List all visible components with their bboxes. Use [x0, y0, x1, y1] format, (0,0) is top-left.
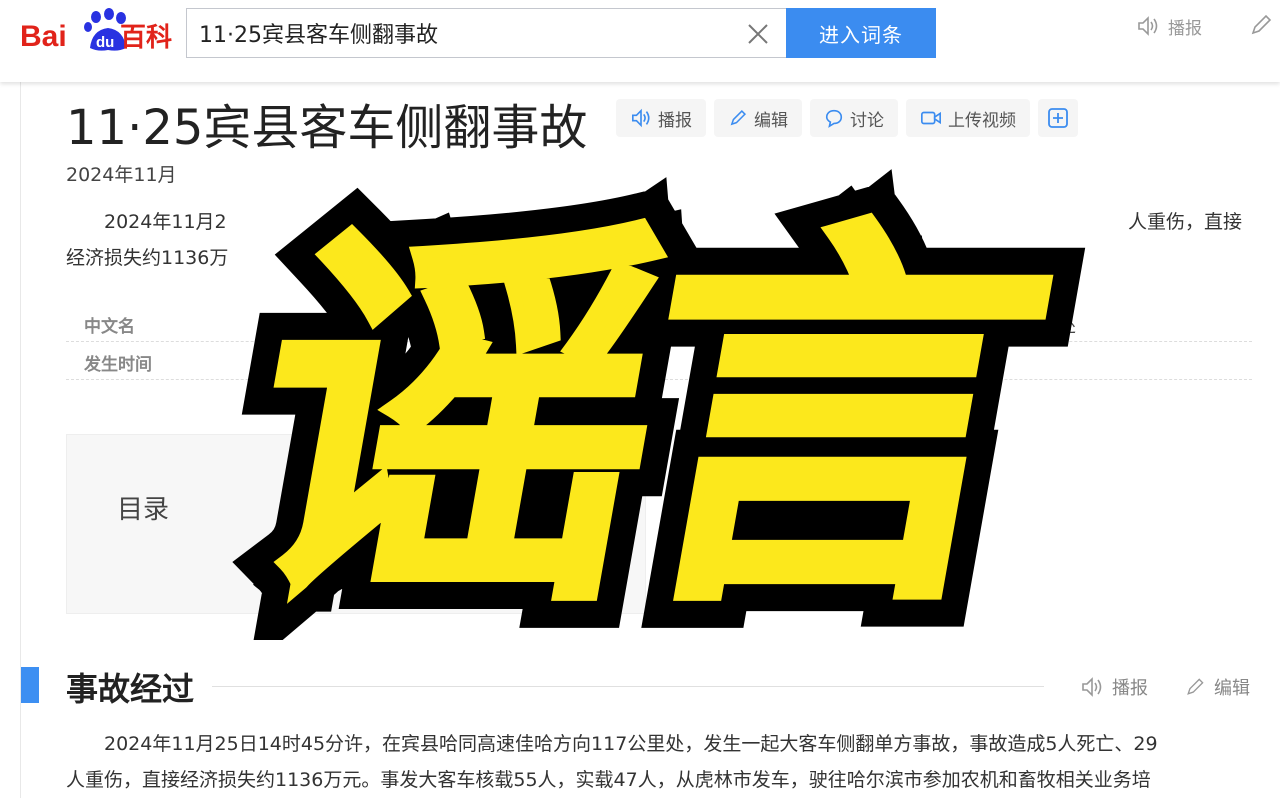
- discuss-label: 讨论: [850, 110, 884, 131]
- top-header: Bai du 百科 进入词条 播报: [0, 0, 1280, 82]
- info-key: 发生时间: [84, 355, 152, 375]
- pencil-icon: [730, 109, 747, 126]
- logo-bai: Bai: [20, 20, 67, 53]
- header-play-label: 播报: [1168, 18, 1202, 39]
- speaker-icon: [632, 108, 650, 128]
- chat-bubble-icon: [825, 109, 843, 128]
- play-button[interactable]: 播报: [616, 99, 706, 137]
- logo-baike: 百科: [120, 23, 172, 53]
- edit-button[interactable]: 编辑: [714, 99, 802, 137]
- upload-video-label: 上传视频: [948, 110, 1016, 131]
- section-divider: [212, 686, 1044, 687]
- baidu-baike-logo[interactable]: Bai du 百科: [20, 6, 176, 56]
- rumor-stamp-overlay: 谣言 谣言: [187, 160, 1097, 640]
- logo-du: du: [96, 34, 114, 51]
- discuss-button[interactable]: 讨论: [810, 99, 898, 137]
- rumor-stamp-text: 谣言: [217, 190, 1067, 640]
- title-actions: 播报 编辑 讨论 上传视频: [616, 99, 1078, 137]
- section-edit-label: 编辑: [1214, 678, 1250, 699]
- section-play-button[interactable]: 播报: [1080, 674, 1148, 700]
- add-button[interactable]: [1038, 99, 1078, 137]
- speaker-icon: [1138, 16, 1158, 36]
- section-line-1: 2024年11月25日14时45分许，在宾县哈同高速佳哈方向117公里处，发生一…: [104, 733, 1158, 755]
- edit-label: 编辑: [754, 110, 788, 131]
- pencil-icon[interactable]: [1248, 12, 1274, 38]
- section-play-label: 播报: [1112, 678, 1148, 699]
- plus-square-icon: [1048, 108, 1068, 128]
- section-marker: [21, 667, 39, 703]
- section-line-2: 人重伤，直接经济损失约1136万元。事发大客车核载55人，实载47人，从虎林市发…: [66, 769, 1151, 791]
- play-label: 播报: [658, 110, 692, 131]
- close-icon[interactable]: [745, 21, 771, 47]
- section-title: 事故经过: [66, 670, 195, 708]
- section-paragraph: 2024年11月25日14时45分许，在宾县哈同高速佳哈方向117公里处，发生一…: [66, 726, 1252, 798]
- section-edit-button[interactable]: 编辑: [1184, 674, 1250, 700]
- enter-entry-button[interactable]: 进入词条: [786, 8, 936, 58]
- info-key: 中文名: [84, 317, 135, 337]
- search-box[interactable]: [186, 8, 786, 58]
- header-play-button[interactable]: 播报: [1136, 14, 1202, 39]
- search-input[interactable]: [199, 9, 729, 57]
- speaker-icon: [1082, 677, 1102, 697]
- video-camera-icon: [921, 111, 941, 125]
- upload-video-button[interactable]: 上传视频: [906, 99, 1030, 137]
- pencil-icon: [1187, 678, 1204, 695]
